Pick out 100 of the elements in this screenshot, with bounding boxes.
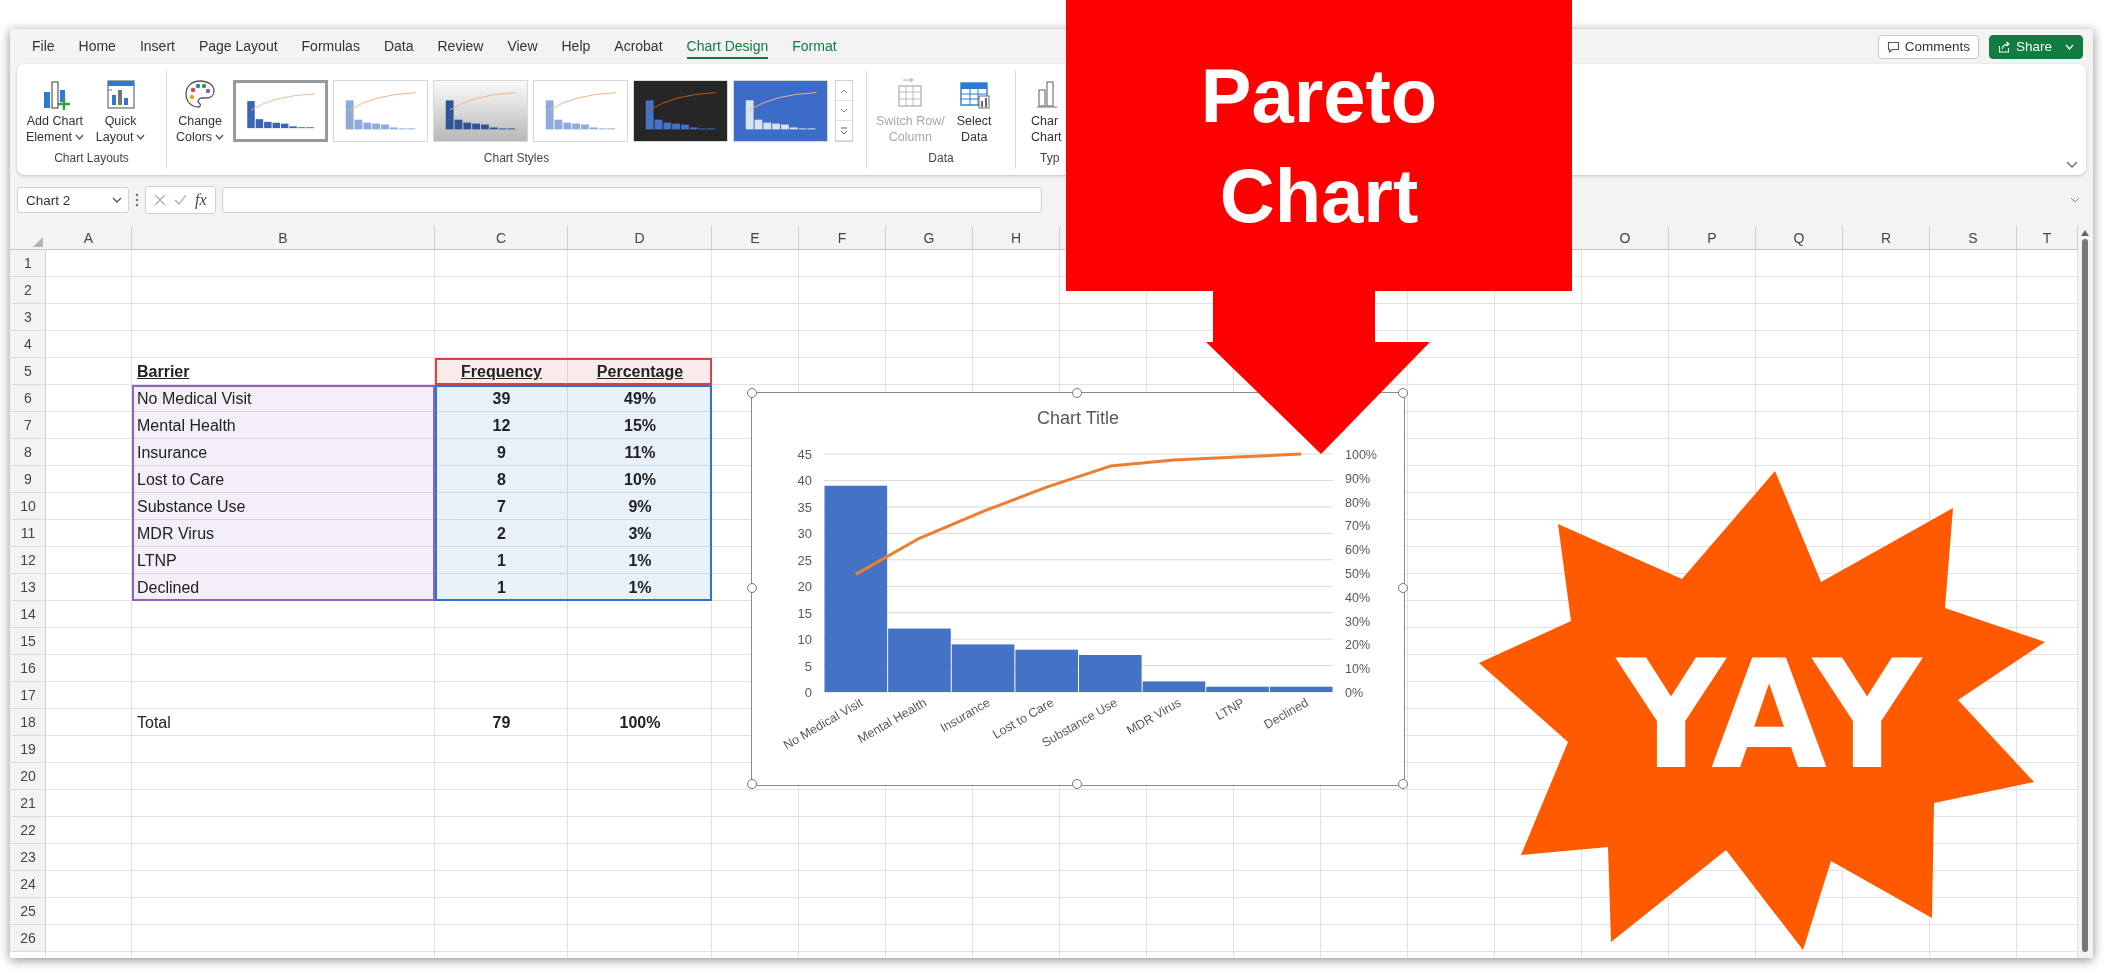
column-header[interactable]: F [799,226,886,250]
ribbon-tab[interactable]: Review [437,34,484,59]
resize-handle[interactable] [1397,778,1408,789]
ribbon-tab[interactable]: Help [561,34,591,59]
row-header[interactable]: 7 [10,412,46,439]
row-header[interactable]: 6 [10,385,46,412]
chevron-up-icon [840,87,849,94]
row-header[interactable]: 20 [10,763,46,790]
resize-handle[interactable] [1397,583,1408,594]
row-header[interactable]: 11 [10,520,46,547]
ribbon-tab[interactable]: Formulas [301,34,360,59]
row-header[interactable]: 23 [10,844,46,871]
row-header[interactable]: 24 [10,871,46,898]
table-cell-text: No Medical Visit [136,389,253,409]
resize-handle[interactable] [1072,388,1083,398]
row-header[interactable]: 16 [10,655,46,682]
column-header[interactable]: A [46,226,132,250]
column-header[interactable]: E [712,226,799,250]
resize-handle[interactable] [1397,388,1408,398]
column-header[interactable]: S [1930,226,2017,250]
scrollbar-thumb[interactable] [2082,239,2088,952]
row-header[interactable]: 19 [10,736,46,763]
ribbon-tab[interactable]: Home [78,34,116,59]
table-cell-text: 79 [491,713,512,733]
row-header[interactable]: 22 [10,817,46,844]
ribbon-button[interactable]: Quick Layout [92,76,149,148]
group-label: Chart Layouts [53,151,130,165]
table-cell-text: LTNP [136,551,178,571]
row-header[interactable]: 5 [10,358,46,385]
axis-tick-label: 15 [797,605,812,621]
scroll-up-icon[interactable] [2081,230,2089,236]
ribbon-button[interactable]: Char Chart [1028,76,1068,148]
axis-tick-label: 25 [797,552,812,568]
comments-button[interactable]: Comments [1877,34,1979,59]
collapse-ribbon-icon[interactable] [2066,161,2078,169]
ribbon-button[interactable]: Select Data [953,76,995,148]
axis-tick-label: 40% [1345,590,1371,605]
table-cell-text: 3% [627,524,653,544]
axis-tick-label: 50% [1345,567,1371,581]
column-header[interactable]: R [1843,226,1930,250]
row-header[interactable]: 15 [10,628,46,655]
row-header[interactable]: 17 [10,682,46,709]
ribbon-tab[interactable]: Chart Design [686,34,769,59]
axis-tick-label: 0 [804,685,812,700]
row-header[interactable]: 13 [10,574,46,601]
column-header[interactable]: D [568,226,712,250]
ribbon-tab[interactable]: Data [383,34,414,59]
row-header[interactable]: 8 [10,439,46,466]
column-header[interactable]: P [1669,226,1756,250]
row-header[interactable]: 3 [10,304,46,331]
row-header[interactable]: 26 [10,925,46,952]
row-header[interactable]: 25 [10,898,46,925]
column-header[interactable]: B [132,226,435,250]
resize-handle[interactable] [747,583,757,594]
column-header[interactable]: Q [1756,226,1843,250]
row-header[interactable]: 4 [10,331,46,358]
column-header[interactable]: H [973,226,1060,250]
name-box[interactable]: Chart 2 [17,187,129,213]
column-header[interactable]: C [435,226,568,250]
ribbon-tab[interactable]: Page Layout [198,34,278,59]
chart-style-thumbnail[interactable] [233,80,329,142]
enter-icon[interactable] [174,194,187,206]
category-label: MDR Virus [1124,695,1184,738]
ribbon-tab[interactable]: Acrobat [614,34,663,59]
cancel-icon[interactable] [154,194,166,206]
axis-tick-label: 10% [1345,662,1371,677]
table-cell-text: 49% [623,389,657,409]
table-cell-text: Barrier [136,362,191,382]
axis-tick-label: 20 [797,579,812,595]
column-header[interactable]: O [1582,226,1669,250]
row-header[interactable]: 1 [10,250,46,277]
row-header[interactable]: 18 [10,709,46,736]
resize-handle[interactable] [1072,778,1083,789]
ribbon-tab[interactable]: Format [792,34,837,59]
ribbon-tab[interactable]: File [32,34,55,59]
row-header[interactable]: 21 [10,790,46,817]
table-cell-text: Mental Health [136,416,237,436]
ribbon-button[interactable]: Add Chart Element [23,76,87,148]
axis-tick-label: 40 [797,473,812,489]
table-cell-text: 1 [496,551,507,571]
table-cell-text: 39 [491,389,512,409]
column-header[interactable]: G [886,226,973,250]
axis-tick-label: 20% [1345,638,1371,653]
row-header[interactable]: 12 [10,547,46,574]
row-header[interactable]: 2 [10,277,46,304]
expand-formula-icon[interactable] [2070,196,2080,204]
axis-tick-label: 60% [1345,543,1371,558]
formula-input[interactable] [221,187,1042,213]
row-header[interactable]: 10 [10,493,46,520]
table-cell-text: 8 [496,470,507,490]
ribbon-button[interactable]: Change Colors [173,76,228,148]
insert-function-button[interactable]: fx [195,191,207,209]
row-header[interactable]: 14 [10,601,46,628]
resize-handle[interactable] [747,778,757,789]
ribbon-tab[interactable]: Insert [139,34,175,59]
table-cell-text: MDR Virus [136,524,216,544]
resize-handle[interactable] [747,388,757,398]
share-button[interactable]: Share [1988,34,2083,59]
row-header[interactable]: 9 [10,466,46,493]
ribbon-tab[interactable]: View [507,34,538,59]
